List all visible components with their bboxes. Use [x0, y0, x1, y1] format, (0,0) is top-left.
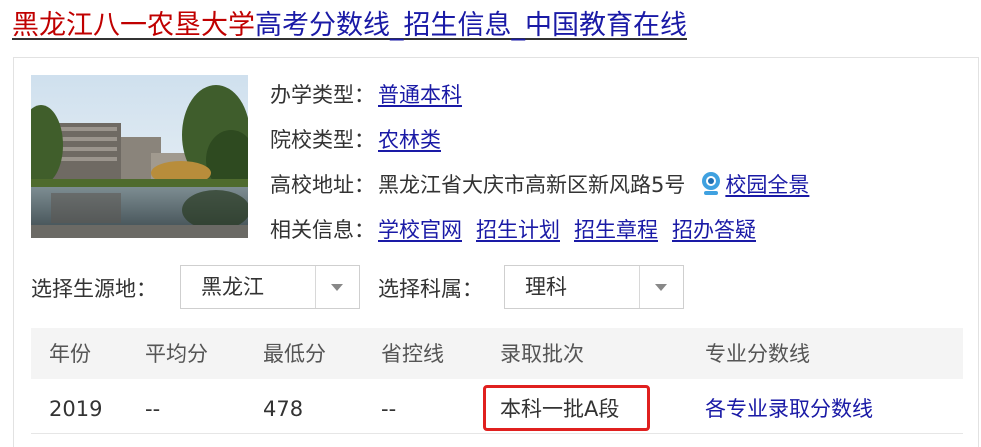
- cell-year: 2019: [49, 397, 103, 421]
- major-scores-link[interactable]: 各专业录取分数线: [705, 395, 873, 423]
- chevron-down-icon[interactable]: [331, 284, 343, 291]
- column-header-major-scores: 专业分数线: [705, 342, 810, 366]
- page-title[interactable]: 黑龙江八一农垦大学高考分数线_招生信息_中国教育在线: [12, 6, 687, 46]
- campus-view-link[interactable]: 校园全景: [725, 173, 809, 197]
- origin-select[interactable]: 黑龙江: [180, 265, 360, 309]
- school-type-label: 办学类型：: [270, 83, 375, 107]
- cell-average: --: [145, 397, 161, 421]
- chevron-down-icon[interactable]: [655, 284, 667, 291]
- select-divider: [639, 266, 640, 308]
- related-label: 相关信息：: [270, 218, 375, 242]
- school-type-link[interactable]: 普通本科: [378, 83, 462, 107]
- table-row-divider: [31, 433, 963, 434]
- address-value: 黑龙江省大庆市高新区新风路5号: [378, 173, 686, 197]
- campus-photo: [31, 75, 248, 238]
- official-site-link[interactable]: 学校官网: [378, 218, 462, 242]
- admission-rules-link[interactable]: 招生章程: [574, 218, 658, 242]
- category-link[interactable]: 农林类: [378, 128, 441, 152]
- cell-minimum: 478: [263, 397, 304, 421]
- column-header-control-line: 省控线: [381, 342, 444, 366]
- camera-icon[interactable]: [699, 171, 723, 197]
- origin-select-value: 黑龙江: [201, 275, 264, 299]
- info-row-address: 高校地址： 黑龙江省大庆市高新区新风路5号 校园全景: [270, 170, 809, 200]
- info-row-school-type: 办学类型： 普通本科: [270, 80, 462, 110]
- subject-select[interactable]: 理科: [504, 265, 684, 309]
- column-header-average: 平均分: [145, 342, 208, 366]
- subject-filter-label: 选择科属：: [378, 277, 483, 301]
- column-header-batch: 录取批次: [500, 342, 584, 366]
- subject-select-value: 理科: [525, 275, 567, 299]
- page-title-school[interactable]: 黑龙江八一农垦大学: [12, 10, 255, 41]
- info-row-category: 院校类型： 农林类: [270, 125, 441, 155]
- admission-qa-link[interactable]: 招办答疑: [672, 218, 756, 242]
- info-row-related: 相关信息： 学校官网 招生计划 招生章程 招办答疑: [270, 215, 756, 245]
- category-label: 院校类型：: [270, 128, 375, 152]
- origin-filter-label: 选择生源地：: [31, 277, 157, 301]
- cell-control-line: --: [381, 397, 397, 421]
- select-divider: [315, 266, 316, 308]
- page-title-rest[interactable]: 高考分数线_招生信息_中国教育在线: [255, 10, 687, 41]
- column-header-year: 年份: [49, 342, 91, 366]
- enrollment-plan-link[interactable]: 招生计划: [476, 218, 560, 242]
- highlight-box: [483, 385, 650, 431]
- address-label: 高校地址：: [270, 173, 375, 197]
- column-header-minimum: 最低分: [263, 342, 326, 366]
